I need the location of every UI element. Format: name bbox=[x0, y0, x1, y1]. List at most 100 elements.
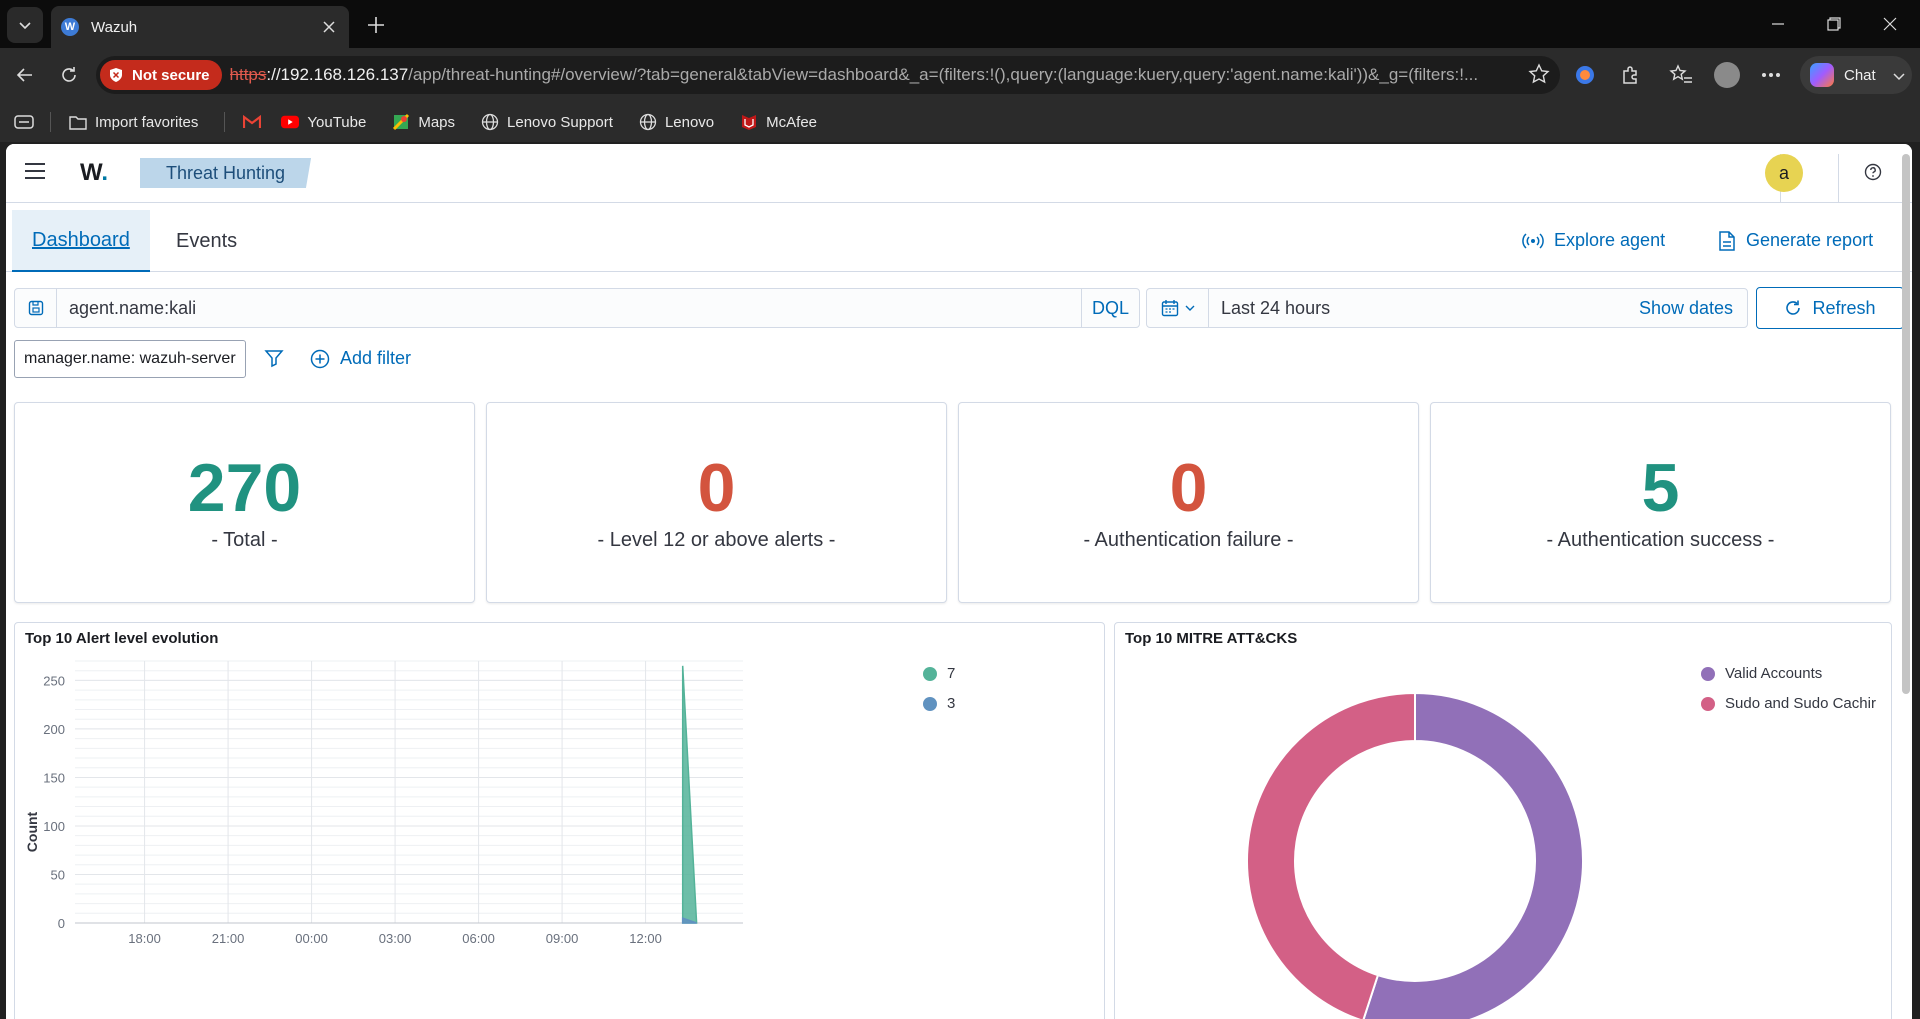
more-horizontal-icon bbox=[1762, 73, 1780, 77]
more-menu-button[interactable] bbox=[1756, 60, 1786, 90]
plus-circle-icon bbox=[310, 349, 330, 368]
favorites-button[interactable] bbox=[1666, 60, 1696, 90]
window-close-button[interactable] bbox=[1862, 0, 1918, 48]
bookmark-label: Import favorites bbox=[95, 113, 199, 131]
bookmark-lenovo-support[interactable]: Lenovo Support bbox=[481, 113, 613, 131]
y-tick-label: 200 bbox=[43, 722, 65, 737]
browser-tab-wazuh[interactable]: W Wazuh bbox=[51, 6, 349, 48]
close-icon bbox=[323, 21, 335, 33]
bookmark-label: McAfee bbox=[766, 113, 818, 131]
logo-dot: . bbox=[101, 159, 108, 186]
explore-agent-button[interactable]: Explore agent bbox=[1522, 230, 1665, 251]
y-axis-label: Count bbox=[24, 811, 40, 852]
y-tick-label: 250 bbox=[43, 673, 65, 688]
legend-item-3[interactable]: 3 bbox=[923, 695, 955, 712]
puzzle-icon bbox=[1623, 66, 1637, 84]
address-toolbar: Not secure https://192.168.126.137/app/t… bbox=[0, 48, 1920, 102]
maps-icon bbox=[392, 113, 410, 131]
header-divider bbox=[1838, 154, 1839, 202]
wazuh-app: W. Threat Hunting a Dashboard Events Exp… bbox=[6, 144, 1912, 1019]
help-icon bbox=[1864, 163, 1882, 181]
x-tick-label: 06:00 bbox=[462, 931, 495, 946]
extensions-button[interactable] bbox=[1616, 60, 1646, 90]
tab-list-button[interactable] bbox=[7, 7, 43, 43]
help-button[interactable] bbox=[1864, 163, 1882, 186]
generate-report-label: Generate report bbox=[1746, 230, 1874, 250]
legend-dot bbox=[1701, 666, 1715, 681]
wazuh-logo[interactable]: W. bbox=[80, 159, 108, 187]
gmail-icon bbox=[243, 113, 262, 131]
bookmark-mcafee[interactable]: McAfee bbox=[740, 113, 817, 131]
bookmark-import-favorites[interactable]: Import favorites bbox=[69, 113, 198, 131]
tab-dashboard[interactable]: Dashboard bbox=[12, 210, 150, 272]
stat-card-total: 270 - Total - bbox=[14, 402, 475, 603]
back-button[interactable] bbox=[8, 58, 42, 92]
bookmark-maps[interactable]: Maps bbox=[392, 113, 455, 131]
menu-toggle-button[interactable] bbox=[24, 162, 46, 185]
generate-report-button[interactable]: Generate report bbox=[1718, 230, 1873, 251]
bookmark-lenovo[interactable]: Lenovo bbox=[639, 113, 714, 131]
query-input[interactable]: agent.name:kali bbox=[69, 298, 196, 319]
not-secure-label: Not secure bbox=[132, 66, 210, 84]
tab-events[interactable]: Events bbox=[156, 210, 257, 272]
filter-pill-manager-name[interactable]: manager.name: wazuh-server bbox=[14, 340, 246, 378]
donut-slice-1 bbox=[1246, 691, 1416, 1019]
bookmarks-divider bbox=[224, 112, 226, 132]
search-bar: agent.name:kali DQL bbox=[14, 288, 1140, 328]
tab-close-button[interactable] bbox=[315, 13, 343, 41]
user-avatar[interactable]: a bbox=[1765, 154, 1803, 192]
legend-label: Valid Accounts bbox=[1725, 665, 1823, 682]
refresh-button[interactable]: Refresh bbox=[1756, 287, 1904, 329]
url-host: ://192.168.126.137 bbox=[266, 65, 409, 84]
quick-date-menu-button[interactable] bbox=[1147, 289, 1209, 327]
star-icon bbox=[1528, 63, 1550, 84]
document-icon bbox=[1719, 230, 1735, 251]
bookmark-label: YouTube bbox=[307, 113, 367, 131]
y-tick-label: 100 bbox=[43, 819, 65, 834]
reload-icon bbox=[62, 67, 76, 82]
not-secure-badge[interactable]: Not secure bbox=[100, 60, 222, 90]
breadcrumb-threat-hunting[interactable]: Threat Hunting bbox=[140, 158, 312, 188]
legend-item-valid-accounts[interactable]: Valid Accounts bbox=[1701, 665, 1822, 682]
profile-button[interactable] bbox=[1712, 60, 1742, 90]
panel-mitre-attacks: Top 10 MITRE ATT&CKS Valid Accounts Sudo… bbox=[1114, 622, 1892, 1019]
url-text[interactable]: https://192.168.126.137/app/threat-hunti… bbox=[230, 65, 1500, 85]
page-scrollbar[interactable] bbox=[1902, 154, 1910, 694]
bookmark-gmail[interactable] bbox=[243, 113, 269, 131]
stat-value: 5 bbox=[1641, 450, 1680, 526]
tab-actions-button[interactable] bbox=[14, 114, 34, 130]
saved-query-button[interactable] bbox=[15, 289, 57, 327]
legend-item-sudo[interactable]: Sudo and Sudo Cachir bbox=[1701, 695, 1891, 712]
stat-label: - Total - bbox=[211, 529, 278, 551]
save-icon bbox=[28, 300, 43, 316]
url-bar[interactable]: Not secure https://192.168.126.137/app/t… bbox=[96, 56, 1560, 94]
favorite-star-button[interactable] bbox=[1528, 63, 1550, 90]
reload-button[interactable] bbox=[52, 58, 86, 92]
extension-button[interactable] bbox=[1570, 60, 1600, 90]
query-language-button[interactable]: DQL bbox=[1081, 289, 1139, 327]
tab-actions-icon bbox=[14, 115, 34, 129]
x-tick-label: 21:00 bbox=[212, 931, 245, 946]
restore-button[interactable] bbox=[1806, 0, 1862, 48]
bookmarks-bar: Import favorites YouTube Maps Lenovo Sup… bbox=[0, 102, 1920, 142]
stat-card-level12: 0 - Level 12 or above alerts - bbox=[486, 402, 947, 603]
profile-avatar-icon bbox=[1714, 62, 1740, 88]
url-protocol: https bbox=[229, 65, 267, 84]
tab-dashboard-label: Dashboard bbox=[32, 228, 130, 251]
time-range-label[interactable]: Last 24 hours bbox=[1221, 298, 1330, 319]
filter-menu-button[interactable] bbox=[264, 348, 284, 373]
chat-label: Chat bbox=[1844, 66, 1876, 84]
show-dates-link[interactable]: Show dates bbox=[1639, 298, 1733, 319]
bookmark-youtube[interactable]: YouTube bbox=[281, 113, 366, 131]
favorites-list-icon bbox=[1669, 64, 1692, 83]
legend-item-7[interactable]: 7 bbox=[923, 665, 955, 682]
bookmarks-divider bbox=[50, 112, 51, 132]
stat-card-auth-success: 5 - Authentication success - bbox=[1430, 402, 1891, 603]
minimize-button[interactable] bbox=[1750, 0, 1806, 48]
extension-shield-icon bbox=[1576, 66, 1594, 84]
browser-tab-bar: W Wazuh bbox=[0, 0, 1920, 48]
mitre-donut-chart bbox=[1246, 691, 1584, 1019]
add-filter-button[interactable]: Add filter bbox=[310, 348, 411, 369]
new-tab-button[interactable] bbox=[358, 10, 394, 40]
copilot-chat-button[interactable]: Chat bbox=[1800, 56, 1912, 94]
